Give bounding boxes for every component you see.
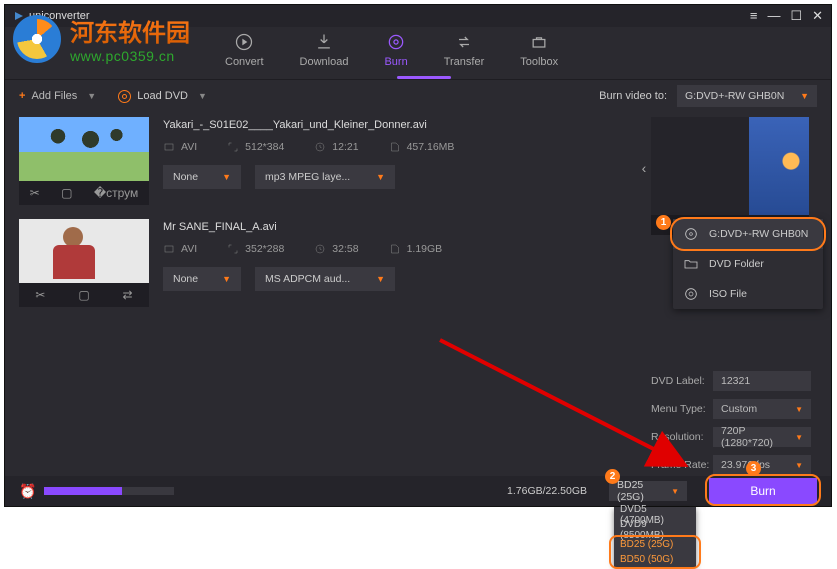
disc-option-bd50[interactable]: BD50 (50G) [614,552,696,567]
burn-to-label: Burn video to: [599,90,667,102]
disc-type-dropdown: DVD5 (4700MB) DVD9 (8500MB) BD25 (25G) B… [614,507,696,567]
download-icon [314,32,334,52]
filesize-icon [389,243,401,255]
app-window: 河东软件园 www.pc0359.cn uniconverter ≡ — ☐ ✕… [4,4,832,507]
disc-icon [118,90,131,103]
caret-down-icon: ▼ [800,91,809,101]
folder-icon [683,256,699,272]
nav-burn[interactable]: Burn [384,32,407,74]
close-button[interactable]: ✕ [812,8,823,24]
preview-prev-button[interactable]: ‹ [637,161,651,175]
menu-type-select[interactable]: Custom▼ [713,399,811,419]
app-logo-icon [13,10,25,22]
annotation-badge-1: 1 [656,215,671,230]
content-area: ✂ ▢ �струм Yakari_-_S01E02____Yakari_und… [5,111,831,476]
minimize-button[interactable]: — [767,8,780,24]
duration-icon [314,141,326,153]
dest-drive-option[interactable]: G:DVD+-RW GHB0N [673,219,823,249]
chevron-down-icon: ▼ [198,91,207,101]
trim-icon[interactable]: ✂ [30,186,40,200]
capacity-text: 1.76GB/22.50GB [507,485,587,497]
crop-icon[interactable]: ▢ [78,288,89,302]
subtitle-select[interactable]: None▼ [163,165,241,189]
maximize-button[interactable]: ☐ [790,8,802,24]
disc-option-bd25[interactable]: BD25 (25G) [614,537,696,552]
filesize-icon [389,141,401,153]
framerate-select[interactable]: 23.976 fps▼ [713,455,811,475]
load-dvd-button[interactable]: Load DVD ▼ [118,90,207,103]
plus-icon: + [19,90,25,102]
titlebar: uniconverter ≡ — ☐ ✕ [5,5,831,27]
audio-select[interactable]: MS ADPCM aud...▼ [255,267,395,291]
trim-icon[interactable]: ✂ [35,288,45,302]
thumb-toolbar: ✂ ▢ ⇄ [19,283,149,307]
file-name: Mr SANE_FINAL_A.avi [163,221,645,233]
annotation-badge-3: 3 [746,461,761,476]
add-files-button[interactable]: + Add Files ▼ [19,90,96,102]
annotation-badge-2: 2 [605,469,620,484]
chevron-down-icon: ▼ [87,91,96,101]
dest-folder-option[interactable]: DVD Folder [673,249,823,279]
duration-icon [314,243,326,255]
adjust-icon[interactable]: ⇄ [123,288,133,302]
file-name: Yakari_-_S01E02____Yakari_und_Kleiner_Do… [163,119,645,131]
menu-preview[interactable]: ◀ ● ○ ▶ [651,117,809,235]
disc-type-select[interactable]: BD25 (25G)▼ [609,481,687,501]
dest-iso-option[interactable]: ISO File [673,279,823,309]
file-row: ✂ ▢ �струм Yakari_-_S01E02____Yakari_und… [19,117,645,205]
format-icon [163,243,175,255]
menu-button[interactable]: ≡ [750,8,758,24]
nav-transfer[interactable]: Transfer [444,32,485,74]
secondary-bar: + Add Files ▼ Load DVD ▼ Burn video to: … [5,81,831,111]
resolution-icon [227,141,239,153]
nav-convert[interactable]: Convert [225,32,264,74]
crop-icon[interactable]: ▢ [61,186,72,200]
transfer-icon [454,32,474,52]
burn-destination-select[interactable]: G:DVD+-RW GHB0N ▼ [677,85,817,107]
iso-icon [683,286,699,302]
app-brand: uniconverter [13,10,90,22]
disc-option-dvd9[interactable]: DVD9 (8500MB) [614,522,696,537]
destination-menu: G:DVD+-RW GHB0N DVD Folder ISO File [673,219,823,309]
audio-select[interactable]: mp3 MPEG laye...▼ [255,165,395,189]
nav-toolbox[interactable]: Toolbox [520,32,558,74]
video-thumbnail[interactable] [19,219,149,283]
convert-icon [234,32,254,52]
clock-icon[interactable]: ⏰ [19,483,36,500]
capacity-bar [44,487,174,495]
thumb-toolbar: ✂ ▢ �струм [19,181,149,205]
main-nav: Convert Download Burn Transfer Toolbox [5,27,831,81]
dvd-drive-icon [683,226,699,242]
app-title: uniconverter [29,10,90,22]
toolbox-icon [529,32,549,52]
file-list: ✂ ▢ �струм Yakari_-_S01E02____Yakari_und… [5,111,645,476]
file-row: ✂ ▢ ⇄ Mr SANE_FINAL_A.avi AVI 352*288 32… [19,219,645,307]
nav-download[interactable]: Download [300,32,349,74]
dvd-label-input[interactable]: 12321 [713,371,811,391]
video-thumbnail[interactable] [19,117,149,181]
adjust-icon[interactable]: �струм [94,186,138,200]
burn-icon [386,32,406,52]
bottom-bar: ⏰ 1.76GB/22.50GB BD25 (25G)▼ Burn [5,476,831,506]
resolution-icon [227,243,239,255]
resolution-select[interactable]: 720P (1280*720)▼ [713,427,811,447]
format-icon [163,141,175,153]
burn-button[interactable]: Burn [709,478,817,504]
subtitle-select[interactable]: None▼ [163,267,241,291]
